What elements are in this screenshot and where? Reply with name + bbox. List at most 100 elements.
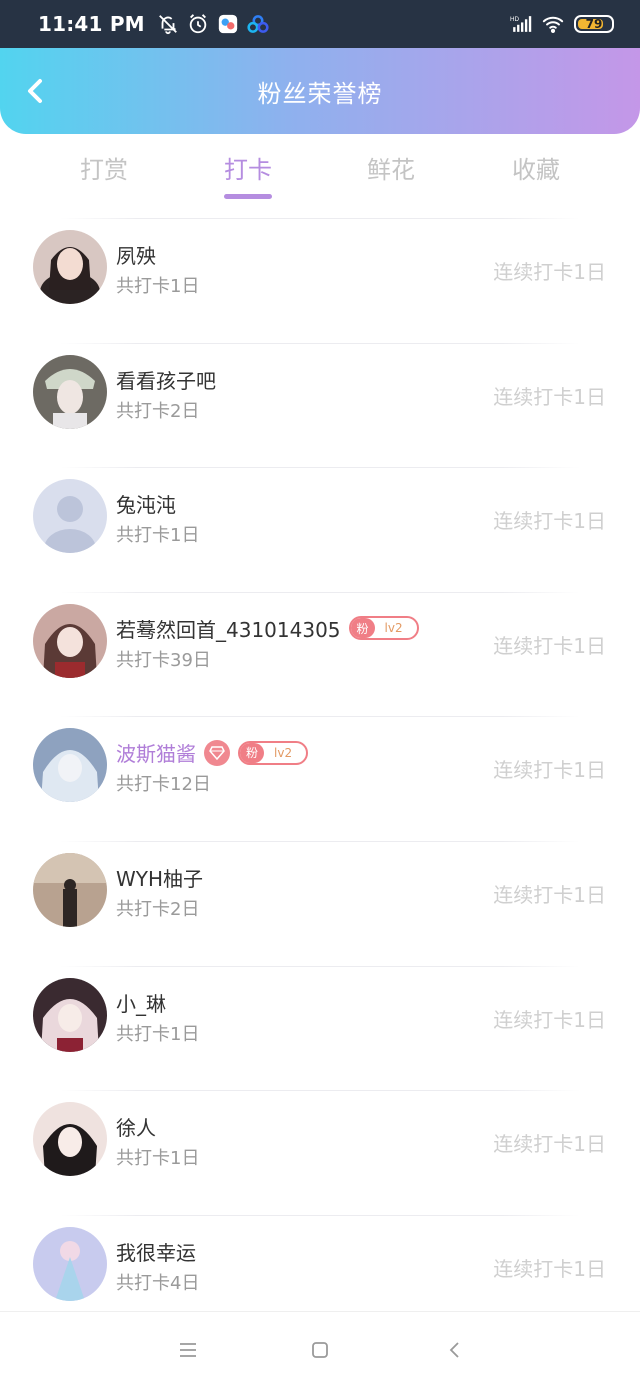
fan-name[interactable]: 兔沌沌 bbox=[116, 489, 176, 518]
wifi-icon bbox=[542, 16, 564, 33]
list-item[interactable]: 夙殃 共打卡1日 连续打卡1日 bbox=[0, 218, 640, 343]
status-bar: 11:41 PM HD 79 bbox=[0, 0, 640, 48]
divider bbox=[60, 840, 580, 842]
back-triangle-icon bbox=[449, 1342, 459, 1358]
status-time: 11:41 PM bbox=[38, 12, 145, 36]
streak-label: 连续打卡1日 bbox=[493, 758, 606, 783]
tab-flowers[interactable]: 鲜花 bbox=[341, 150, 441, 185]
svg-text:HD: HD bbox=[510, 16, 520, 23]
mute-bell-icon bbox=[158, 15, 177, 35]
status-icons-left bbox=[157, 13, 269, 35]
fan-name[interactable]: 徐人 bbox=[116, 1112, 156, 1141]
list-item[interactable]: 看看孩子吧 共打卡2日 连续打卡1日 bbox=[0, 342, 640, 468]
fan-badge-label: 粉 bbox=[240, 742, 265, 763]
menu-button[interactable] bbox=[174, 1336, 202, 1364]
avatar[interactable] bbox=[33, 1226, 107, 1301]
streak-label: 连续打卡1日 bbox=[493, 509, 606, 534]
total-checkins: 共打卡12日 bbox=[116, 774, 211, 796]
divider bbox=[60, 716, 580, 718]
avatar[interactable] bbox=[33, 852, 107, 927]
streak-label: 连续打卡1日 bbox=[493, 260, 606, 284]
streak-label: 连续打卡1日 bbox=[493, 1007, 606, 1032]
total-checkins: 共打卡1日 bbox=[116, 276, 200, 297]
avatar[interactable] bbox=[33, 1102, 107, 1177]
list-item[interactable]: 兔沌沌 共打卡1日 连续打卡1日 bbox=[0, 467, 640, 592]
header-bar: 粉丝荣誉榜 bbox=[0, 48, 640, 134]
avatar[interactable] bbox=[33, 977, 107, 1052]
status-icons-right: HD 79 bbox=[510, 13, 614, 35]
list-item[interactable]: 波斯猫酱 粉 lv2 共打卡12日 连续打卡1日 bbox=[0, 716, 640, 841]
name-line: 小_琳 bbox=[116, 988, 166, 1017]
fan-name[interactable]: 看看孩子吧 bbox=[116, 365, 216, 394]
name-line: 看看孩子吧 bbox=[116, 365, 216, 394]
streak-label: 连续打卡1日 bbox=[493, 633, 606, 658]
divider bbox=[60, 1214, 580, 1216]
fan-badge-level: lv2 bbox=[274, 745, 293, 760]
cloud-app-icon bbox=[247, 15, 269, 33]
streak-label: 连续打卡1日 bbox=[493, 882, 606, 907]
name-line: 若蓦然回首_431014305 粉 lv2 bbox=[116, 614, 419, 643]
name-line: 我很幸运 bbox=[116, 1237, 196, 1266]
diamond-icon bbox=[204, 739, 230, 766]
fan-name[interactable]: 小_琳 bbox=[116, 988, 166, 1017]
divider bbox=[60, 342, 580, 344]
avatar[interactable] bbox=[33, 354, 107, 429]
home-button[interactable] bbox=[306, 1336, 334, 1364]
divider bbox=[60, 965, 580, 967]
battery-icon: 79 bbox=[574, 15, 614, 33]
fan-name[interactable]: 我很幸运 bbox=[116, 1237, 196, 1266]
streak-label: 连续打卡1日 bbox=[493, 1256, 606, 1281]
name-line: WYH柚子 bbox=[116, 863, 203, 892]
total-checkins: 共打卡1日 bbox=[116, 1023, 200, 1045]
fan-badge-label: 粉 bbox=[350, 618, 375, 639]
streak-label: 连续打卡1日 bbox=[493, 1132, 606, 1157]
avatar[interactable] bbox=[33, 230, 107, 304]
chevron-left-icon bbox=[28, 79, 42, 103]
list-item[interactable]: 若蓦然回首_431014305 粉 lv2 共打卡39日 连续打卡1日 bbox=[0, 591, 640, 717]
list-item[interactable]: 小_琳 共打卡1日 连续打卡1日 bbox=[0, 965, 640, 1091]
total-checkins: 共打卡2日 bbox=[116, 400, 200, 422]
tab-bar: 打赏 打卡 鲜花 收藏 bbox=[0, 138, 640, 202]
divider bbox=[60, 467, 580, 469]
tab-active-indicator bbox=[224, 194, 272, 199]
avatar[interactable] bbox=[33, 603, 107, 678]
fan-level-badge: 粉 lv2 bbox=[348, 616, 419, 641]
tab-favorites[interactable]: 收藏 bbox=[486, 150, 586, 185]
battery-level: 79 bbox=[585, 17, 603, 31]
fan-name[interactable]: 夙殃 bbox=[116, 240, 156, 269]
fan-level-badge: 粉 lv2 bbox=[238, 740, 309, 765]
fan-name[interactable]: WYH柚子 bbox=[116, 863, 203, 892]
hd-signal-icon: HD bbox=[510, 16, 532, 32]
system-back-button[interactable] bbox=[440, 1336, 468, 1364]
total-checkins: 共打卡4日 bbox=[116, 1272, 200, 1294]
fan-name[interactable]: 波斯猫酱 bbox=[116, 738, 196, 767]
fan-list: 夙殃 共打卡1日 连续打卡1日 看看孩子吧 共打卡2日 连续打卡1日 兔沌沌 共… bbox=[0, 218, 640, 1339]
divider bbox=[60, 591, 580, 593]
page-title: 粉丝荣誉榜 bbox=[257, 79, 383, 108]
name-line: 徐人 bbox=[116, 1112, 156, 1141]
streak-label: 连续打卡1日 bbox=[493, 384, 606, 409]
back-button[interactable] bbox=[20, 74, 50, 108]
list-item[interactable]: WYH柚子 共打卡2日 连续打卡1日 bbox=[0, 840, 640, 966]
total-checkins: 共打卡1日 bbox=[116, 525, 200, 547]
divider bbox=[60, 1090, 580, 1092]
fan-name[interactable]: 若蓦然回首_431014305 bbox=[116, 614, 341, 643]
gallery-app-icon bbox=[218, 14, 237, 34]
avatar[interactable] bbox=[33, 728, 107, 803]
tab-checkin[interactable]: 打卡 bbox=[198, 150, 298, 185]
fan-badge-level: lv2 bbox=[384, 621, 403, 636]
name-line: 夙殃 bbox=[116, 240, 156, 269]
total-checkins: 共打卡39日 bbox=[116, 649, 211, 671]
avatar[interactable] bbox=[33, 479, 107, 554]
list-item[interactable]: 徐人 共打卡1日 连续打卡1日 bbox=[0, 1090, 640, 1215]
total-checkins: 共打卡2日 bbox=[116, 898, 200, 920]
total-checkins: 共打卡1日 bbox=[116, 1148, 200, 1170]
alarm-icon bbox=[189, 14, 207, 34]
name-line: 兔沌沌 bbox=[116, 489, 176, 518]
system-nav-bar bbox=[0, 1311, 640, 1387]
divider bbox=[60, 218, 580, 219]
menu-icon bbox=[180, 1343, 196, 1357]
tab-tip[interactable]: 打赏 bbox=[54, 150, 154, 185]
name-line: 波斯猫酱 粉 lv2 bbox=[116, 738, 309, 767]
home-square-icon bbox=[312, 1342, 328, 1358]
